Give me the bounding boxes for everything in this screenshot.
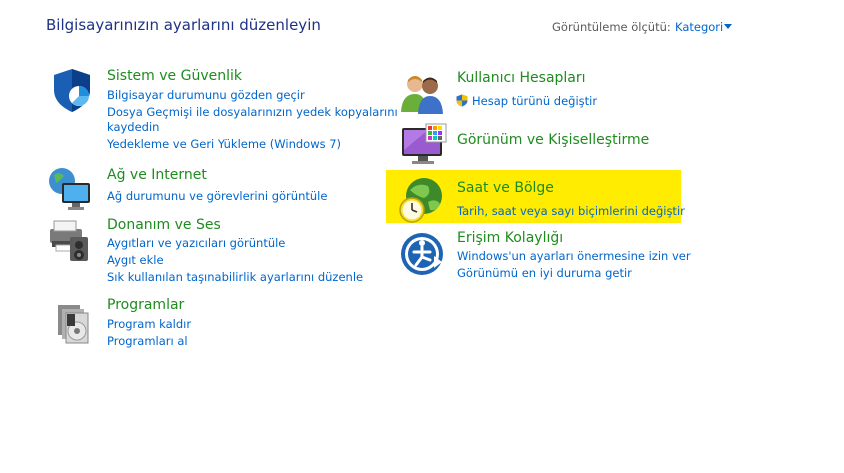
ease-of-access-heading[interactable]: Erişim Kolaylığı	[457, 230, 563, 246]
system-security-heading[interactable]: Sistem ve Güvenlik	[107, 68, 242, 84]
hardware-heading[interactable]: Donanım ve Ses	[107, 217, 221, 233]
ease-of-access-icon[interactable]	[400, 230, 448, 278]
category-clock-region: Saat ve Bölge Tarih, saat veya sayı biçi…	[398, 176, 688, 224]
let-windows-suggest-link[interactable]: Windows'un ayarları önermesine izin ver	[457, 249, 691, 264]
review-computer-status-link[interactable]: Bilgisayar durumunu gözden geçir	[107, 88, 305, 103]
mobility-settings-link[interactable]: Sık kullanılan taşınabilirlik ayarlarını…	[107, 270, 363, 285]
page-title: Bilgisayarınızın ayarlarını düzenleyin	[46, 16, 321, 34]
file-history-link[interactable]: Dosya Geçmişi ile dosyalarınızın yedek k…	[107, 105, 398, 120]
file-history-link-cont[interactable]: kaydedin	[107, 120, 159, 135]
view-by-label: Görüntüleme ölçütü:	[552, 20, 671, 34]
category-appearance: Görünüm ve Kişiselleştirme	[398, 122, 698, 168]
change-account-type-label: Hesap türünü değiştir	[472, 94, 598, 108]
uninstall-program-link[interactable]: Program kaldır	[107, 317, 191, 332]
appearance-heading[interactable]: Görünüm ve Kişiselleştirme	[457, 132, 649, 148]
change-date-time-formats-link[interactable]: Tarih, saat veya sayı biçimlerini değişt…	[457, 204, 685, 219]
users-icon[interactable]	[398, 68, 446, 116]
backup-restore-link[interactable]: Yedekleme ve Geri Yükleme (Windows 7)	[107, 137, 341, 152]
globe-clock-icon[interactable]	[398, 176, 446, 224]
devices-printers-link[interactable]: Aygıtları ve yazıcıları görüntüle	[107, 236, 285, 251]
category-network: Ağ ve Internet Ağ durumunu ve görevlerin…	[46, 165, 376, 210]
programs-heading[interactable]: Programlar	[107, 297, 184, 313]
uac-shield-icon	[456, 94, 468, 107]
chevron-down-icon[interactable]	[724, 24, 732, 29]
view-by-dropdown[interactable]: Kategori	[675, 20, 723, 34]
programs-icon[interactable]	[50, 299, 98, 347]
add-device-link[interactable]: Aygıt ekle	[107, 253, 164, 268]
network-icon[interactable]	[46, 165, 94, 213]
clock-region-heading[interactable]: Saat ve Bölge	[457, 180, 554, 196]
network-status-link[interactable]: Ağ durumunu ve görevlerini görüntüle	[107, 189, 327, 204]
category-hardware: Donanım ve Ses Aygıtları ve yazıcıları g…	[46, 215, 376, 290]
get-programs-link[interactable]: Programları al	[107, 334, 188, 349]
user-accounts-heading[interactable]: Kullanıcı Hesapları	[457, 70, 586, 86]
network-heading[interactable]: Ağ ve Internet	[107, 167, 207, 183]
shield-icon[interactable]	[48, 66, 96, 114]
optimize-display-link[interactable]: Görünümü en iyi duruma getir	[457, 266, 632, 281]
category-programs: Programlar Program kaldır Programları al	[46, 295, 376, 350]
change-account-type-link[interactable]: Hesap türünü değiştir	[456, 94, 597, 109]
printer-icon[interactable]	[46, 215, 94, 263]
category-system-security: Sistem ve Güvenlik Bilgisayar durumunu g…	[46, 66, 398, 156]
monitor-icon[interactable]	[400, 122, 448, 170]
category-ease-of-access: Erişim Kolaylığı Windows'un ayarları öne…	[398, 228, 698, 283]
category-user-accounts: Kullanıcı Hesapları Hesap türünü değişti…	[398, 68, 698, 118]
